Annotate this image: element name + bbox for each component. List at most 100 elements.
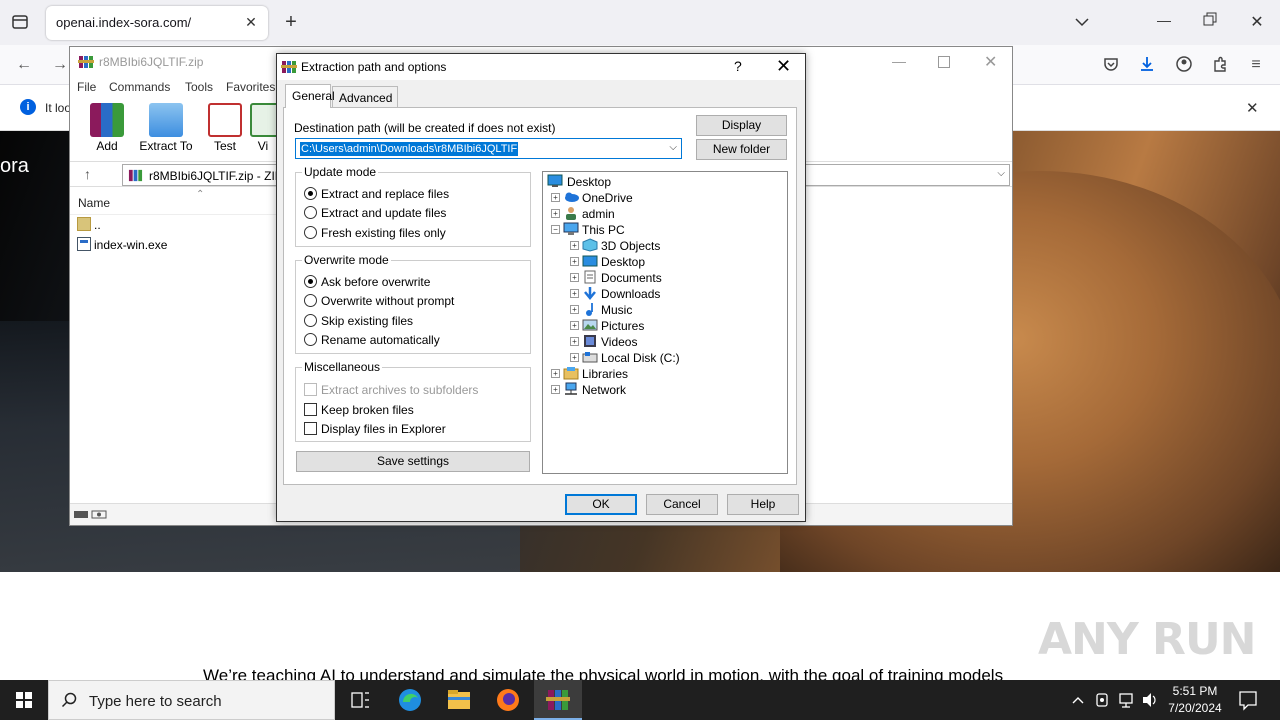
winrar-title: r8MBIbi6JQLTIF.zip <box>99 55 204 69</box>
tree-label: Desktop <box>567 175 612 189</box>
address-dropdown-icon[interactable]: ⌵ <box>997 168 1005 179</box>
checkbox-indicator <box>304 422 317 435</box>
collapse-icon[interactable]: − <box>551 225 560 234</box>
help-icon[interactable]: ? <box>734 58 742 74</box>
restore-icon[interactable] <box>1198 12 1222 32</box>
dialog-close-icon[interactable]: ✕ <box>776 56 791 77</box>
clock-time: 5:51 PM <box>1172 684 1218 698</box>
downloads-icon[interactable] <box>1137 55 1157 75</box>
account-icon[interactable] <box>1174 55 1194 75</box>
taskbar-clock[interactable]: 5:51 PM 7/20/2024 <box>1164 683 1226 717</box>
winrar-close-icon[interactable]: ✕ <box>984 52 997 72</box>
task-view-button[interactable] <box>336 680 384 720</box>
menu-tools[interactable]: Tools <box>185 80 213 94</box>
notification-center-icon[interactable] <box>1236 680 1260 720</box>
back-icon[interactable]: ← <box>14 55 34 75</box>
radio-label: Extract and replace files <box>321 187 450 201</box>
tab-general[interactable]: General <box>285 84 335 108</box>
extract-folder-icon <box>149 103 183 137</box>
chevron-down-icon[interactable]: ⌵ <box>669 142 677 153</box>
new-tab-icon[interactable]: + <box>280 11 302 33</box>
expand-icon[interactable]: + <box>570 305 579 314</box>
close-window-icon[interactable]: ✕ <box>1245 12 1269 32</box>
tab-advanced[interactable]: Advanced <box>332 86 398 108</box>
file-row-exe[interactable]: index-win.exe <box>70 235 276 255</box>
column-name-label: Name <box>78 196 111 210</box>
taskbar-search-box[interactable]: Type here to search <box>48 680 335 720</box>
tab-close-icon[interactable]: ✕ <box>242 13 260 31</box>
firefox-taskbar-icon[interactable] <box>484 680 532 720</box>
display-button[interactable]: Display <box>696 115 787 136</box>
volume-icon[interactable] <box>1140 680 1160 720</box>
expand-icon[interactable]: + <box>551 385 560 394</box>
column-header-name[interactable]: Name ⌃ <box>70 189 276 215</box>
network-status-icon[interactable] <box>1116 680 1136 720</box>
browser-tab[interactable]: openai.index-sora.com/ ✕ <box>46 6 268 40</box>
forward-icon[interactable]: → <box>50 55 70 75</box>
expand-icon[interactable]: + <box>570 241 579 250</box>
tree-label: Network <box>582 383 627 397</box>
expand-icon[interactable]: + <box>570 257 579 266</box>
menu-commands[interactable]: Commands <box>109 80 170 94</box>
expand-icon[interactable]: + <box>570 337 579 346</box>
help-button[interactable]: Help <box>727 494 799 515</box>
checkbox-indicator <box>304 383 317 396</box>
expand-icon[interactable]: + <box>570 273 579 282</box>
menu-file[interactable]: File <box>77 80 96 94</box>
site-logo[interactable]: ora <box>0 155 29 178</box>
winrar-maximize-icon[interactable] <box>938 56 950 68</box>
file-row-parent[interactable]: .. <box>70 215 276 235</box>
cancel-button[interactable]: Cancel <box>646 494 718 515</box>
minimize-icon[interactable]: — <box>1152 12 1176 32</box>
file-name: .. <box>94 218 101 232</box>
tray-overflow-icon[interactable] <box>1068 680 1088 720</box>
edge-taskbar-icon[interactable] <box>386 680 434 720</box>
chevron-down-icon[interactable] <box>1072 12 1092 32</box>
radio-label: Fresh existing files only <box>321 226 446 240</box>
expand-icon[interactable]: + <box>551 209 560 218</box>
ok-button[interactable]: OK <box>565 494 637 515</box>
pocket-icon[interactable] <box>1101 55 1121 75</box>
pictures-icon <box>582 318 598 332</box>
user-icon <box>563 206 579 220</box>
file-explorer-taskbar-icon[interactable] <box>435 680 483 720</box>
menu-favorites[interactable]: Favorites <box>226 80 275 94</box>
expand-icon[interactable]: + <box>551 193 560 202</box>
winrar-app-icon <box>78 54 94 70</box>
destination-path-input[interactable]: C:\Users\admin\Downloads\r8MBIbi6JQLTIF … <box>295 138 682 159</box>
expand-icon[interactable]: + <box>570 321 579 330</box>
menu-icon[interactable]: ≡ <box>1246 55 1266 75</box>
documents-icon <box>582 270 598 284</box>
miscellaneous-label: Miscellaneous <box>302 360 383 374</box>
tree-label: Local Disk (C:) <box>601 351 680 365</box>
expand-icon[interactable]: + <box>570 289 579 298</box>
tray-device-icon[interactable] <box>1092 680 1112 720</box>
radio-label: Extract and update files <box>321 206 447 220</box>
view-button[interactable]: Vi <box>250 99 276 155</box>
extensions-icon[interactable] <box>1210 55 1230 75</box>
expand-icon[interactable]: + <box>551 369 560 378</box>
winrar-dialog-icon <box>281 59 297 75</box>
tab-list-icon[interactable] <box>8 10 32 34</box>
taskbar: Type here to search 5:51 PM 7/20/2024 <box>0 680 1280 720</box>
up-arrow-icon[interactable]: ↑ <box>84 166 91 182</box>
archive-icon <box>128 168 143 183</box>
update-mode-label: Update mode <box>302 165 379 179</box>
extract-to-button[interactable]: Extract To <box>136 99 196 155</box>
expand-icon[interactable]: + <box>570 353 579 362</box>
folder-tree[interactable]: Desktop + OneDrive + admin − This PC + 3… <box>542 171 788 474</box>
tree-label: Videos <box>601 335 638 349</box>
start-button[interactable] <box>0 680 48 720</box>
clock-date: 7/20/2024 <box>1168 701 1222 715</box>
notification-close-icon[interactable]: ✕ <box>1246 99 1259 117</box>
save-settings-button[interactable]: Save settings <box>296 451 530 472</box>
test-button[interactable]: Test <box>195 99 255 155</box>
new-folder-button[interactable]: New folder <box>696 139 787 160</box>
winrar-minimize-icon[interactable]: — <box>892 53 906 69</box>
add-button[interactable]: Add <box>77 99 137 155</box>
sort-arrow-icon: ⌃ <box>196 189 205 200</box>
tree-label: This PC <box>582 223 625 237</box>
general-panel: Destination path (will be created if doe… <box>283 107 797 485</box>
winrar-taskbar-icon[interactable] <box>534 680 582 720</box>
radio-label: Skip existing files <box>321 314 414 328</box>
